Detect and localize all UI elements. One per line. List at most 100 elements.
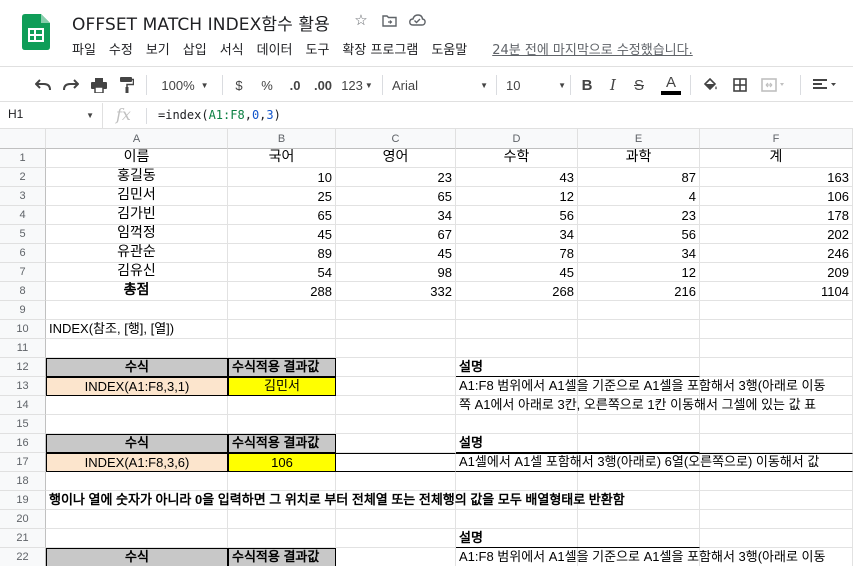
row-header[interactable]: 11 [0,339,46,358]
menu-help[interactable]: 도움말 [431,39,474,58]
score-cell[interactable]: 56 [456,206,578,225]
name-cell[interactable]: 유관순 [46,244,228,263]
grid-cell[interactable] [700,339,853,358]
grid-cell[interactable] [336,548,456,566]
row-header[interactable]: 7 [0,263,46,282]
column-header-b[interactable]: B [228,129,336,149]
cloud-status-icon[interactable] [408,11,426,29]
name-box[interactable]: H1 ▼ [0,103,103,128]
menu-file[interactable]: 파일 [72,39,103,58]
document-title[interactable]: OFFSET MATCH INDEX함수 활용 [72,10,330,35]
grid-cell[interactable] [336,434,456,453]
grid-cell[interactable] [228,415,336,434]
grid-cell[interactable] [336,339,456,358]
grid-cell[interactable] [700,472,853,491]
score-cell[interactable]: 78 [456,244,578,263]
grid-cell[interactable] [700,415,853,434]
score-cell[interactable]: 12 [456,187,578,206]
row-header[interactable]: 16 [0,434,46,453]
zoom-select[interactable]: 100% ▼ [156,73,214,97]
table-header-cell[interactable]: 이름 [46,149,228,168]
score-cell[interactable]: 56 [578,225,700,244]
empty-bordered-cell[interactable] [336,453,456,472]
row-header[interactable]: 13 [0,377,46,396]
score-cell[interactable]: 45 [456,263,578,282]
column-header-d[interactable]: D [456,129,578,149]
fill-color-icon[interactable] [700,73,720,97]
font-select[interactable]: Arial ▼ [392,73,488,97]
table-header-cell[interactable]: 계 [700,149,853,168]
row-header[interactable]: 18 [0,472,46,491]
increase-decimal-button[interactable]: .00 [310,73,336,97]
score-cell[interactable]: 89 [228,244,336,263]
grid-cell[interactable] [46,529,228,548]
score-cell[interactable]: 163 [700,168,853,187]
row-header[interactable]: 3 [0,187,46,206]
grid-cell[interactable] [578,301,700,320]
total-cell[interactable]: 216 [578,282,700,301]
score-cell[interactable]: 106 [700,187,853,206]
last-edit-link[interactable]: 24분 전에 마지막으로 수정했습니다. [492,39,693,58]
grid-cell[interactable] [578,510,700,529]
row-header[interactable]: 5 [0,225,46,244]
formula-header-cell[interactable]: 수식 [46,434,228,453]
grid-cell[interactable] [456,301,578,320]
score-cell[interactable]: 246 [700,244,853,263]
row-header[interactable]: 21 [0,529,46,548]
grid-cell[interactable] [336,358,456,377]
score-cell[interactable]: 43 [456,168,578,187]
grid-cell[interactable] [336,301,456,320]
grid-cell[interactable] [228,301,336,320]
score-cell[interactable]: 178 [700,206,853,225]
menu-edit[interactable]: 수정 [109,39,140,58]
bold-button[interactable]: B [578,73,596,97]
row-header[interactable]: 4 [0,206,46,225]
row-header[interactable]: 6 [0,244,46,263]
row-header[interactable]: 10 [0,320,46,339]
score-cell[interactable]: 23 [336,168,456,187]
move-folder-icon[interactable] [380,11,398,29]
decrease-decimal-button[interactable]: .0 [284,73,306,97]
row-header[interactable]: 12 [0,358,46,377]
description-cell[interactable]: A1셀에서 A1셀 포함해서 3행(아래로) 6열(오른쪽으로) 이동해서 값 [456,453,853,472]
row-header[interactable]: 8 [0,282,46,301]
row-header[interactable]: 1 [0,149,46,168]
grid-cell[interactable] [46,396,228,415]
formula-cell[interactable]: INDEX(A1:F8,3,6) [46,453,228,472]
font-size-select[interactable]: 10 ▼ [506,73,566,97]
formula-input[interactable]: =index(A1:F8,0,3) [158,108,281,122]
grid-cell[interactable] [578,320,700,339]
score-cell[interactable]: 65 [336,187,456,206]
borders-icon[interactable] [730,73,750,97]
description-cell[interactable]: 쪽 A1에서 아래로 3칸, 오른쪽으로 1칸 이동해서 그셀에 있는 값 표 [456,396,853,415]
score-cell[interactable]: 12 [578,263,700,282]
score-cell[interactable]: 34 [456,225,578,244]
column-header-a[interactable]: A [46,129,228,149]
total-label-cell[interactable]: 총점 [46,282,228,301]
name-cell[interactable]: 김가빈 [46,206,228,225]
grid-cell[interactable] [46,339,228,358]
menu-extensions[interactable]: 확장 프로그램 [342,39,425,58]
result-header-cell[interactable]: 수식적용 결과값 [228,548,336,566]
formula-header-cell[interactable]: 수식 [46,358,228,377]
grid-cell[interactable] [228,510,336,529]
table-header-cell[interactable]: 수학 [456,149,578,168]
grid-cell[interactable] [700,510,853,529]
name-cell[interactable]: 김민서 [46,187,228,206]
row-header[interactable]: 9 [0,301,46,320]
row-header[interactable]: 14 [0,396,46,415]
column-header-f[interactable]: F [700,129,853,149]
formula-header-cell[interactable]: 수식 [46,548,228,566]
grid-cell[interactable] [228,396,336,415]
score-cell[interactable]: 45 [336,244,456,263]
score-cell[interactable]: 4 [578,187,700,206]
description-cell[interactable]: A1:F8 범위에서 A1셀을 기준으로 A1셀을 포함해서 3행(아래로 이동 [456,548,853,566]
column-header-e[interactable]: E [578,129,700,149]
sheets-logo-icon[interactable] [22,14,50,50]
undo-icon[interactable] [32,73,54,97]
row-header[interactable]: 19 [0,491,46,510]
score-cell[interactable]: 10 [228,168,336,187]
grid-cell[interactable] [336,377,456,396]
menu-tools[interactable]: 도구 [306,39,337,58]
grid-cell[interactable] [336,415,456,434]
